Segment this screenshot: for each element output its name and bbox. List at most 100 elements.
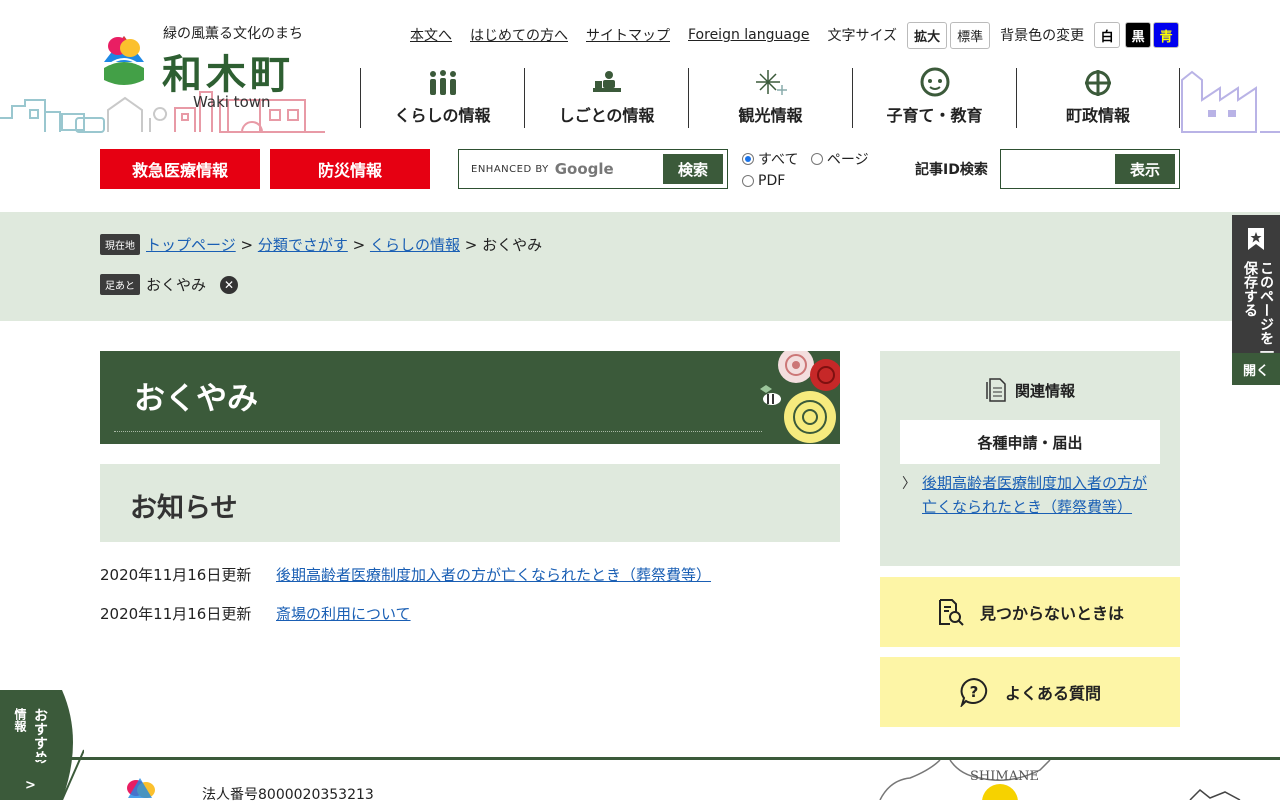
first-visit-link[interactable]: はじめての方へ [470, 25, 568, 45]
bg-blue-button[interactable]: 青 [1153, 22, 1180, 48]
chevron-right-icon: 〉 [902, 476, 916, 492]
related-category: 各種申請・届出 [900, 420, 1160, 464]
font-size-label: 文字サイズ [827, 28, 898, 44]
scope-page-radio[interactable]: ページ [810, 148, 869, 170]
nav-administration[interactable]: 町政情報 [1016, 68, 1180, 128]
breadcrumb: 現在地 トップページ > 分類でさがす > くらしの情報 > おくやみ [100, 234, 542, 255]
save-page-tab[interactable]: このページを一時保存する 開く [1232, 215, 1280, 385]
nav-label: 町政情報 [1065, 106, 1130, 125]
nav-label: 観光情報 [738, 106, 803, 125]
recommend-arrow: > [25, 778, 36, 793]
town-name[interactable]: 和木町 [162, 42, 294, 100]
document-search-icon [936, 598, 964, 626]
site-search-box[interactable]: ENHANCED BY Google 検索 [458, 149, 728, 189]
bg-black-button[interactable]: 黒 [1125, 22, 1152, 48]
scope-label: ページ [826, 152, 869, 168]
nav-label: くらしの情報 [394, 106, 491, 125]
news-link[interactable]: 斎場の利用について [276, 603, 411, 624]
foreign-language-link[interactable]: Foreign language [688, 27, 809, 43]
child-face-icon [919, 66, 951, 98]
town-name-en: Waki town [193, 93, 271, 111]
nav-label: しごとの情報 [558, 106, 655, 125]
open-saved-button[interactable]: 開く [1232, 353, 1280, 385]
corporate-number: 法人番号8000020353213 [202, 787, 374, 803]
page-title: おくやみ [134, 381, 258, 417]
town-logo-icon [104, 36, 144, 85]
news-item: 2020年11月16日更新 後期高齢者医療制度加入者の方が亡くなられたとき（葬祭… [100, 564, 711, 585]
font-size-standard-button[interactable]: 標準 [950, 21, 991, 49]
related-heading: 関連情報 [880, 377, 1180, 403]
bookmark-icon [1248, 228, 1264, 250]
people-icon [427, 68, 459, 98]
skip-to-content-link[interactable]: 本文へ [410, 25, 452, 45]
enhanced-by-label: ENHANCED BY [471, 163, 549, 175]
breadcrumb-home-link[interactable]: トップページ [146, 234, 236, 255]
disaster-info-button[interactable]: 防災情報 [270, 149, 430, 189]
scope-label: すべて [758, 152, 799, 168]
font-size-enlarge-button[interactable]: 拡大 [907, 21, 948, 49]
article-id-label: 記事ID検索 [915, 162, 988, 178]
history-tag: 足あと [100, 274, 140, 295]
worker-desk-icon [591, 68, 623, 98]
svg-text:?: ? [970, 683, 979, 701]
nav-label: 子育て・教育 [886, 106, 983, 125]
footer-logo-icon [127, 778, 155, 798]
sitemap-link[interactable]: サイトマップ [586, 25, 670, 45]
recommend-label: おすすめ [32, 708, 48, 764]
nav-childcare[interactable]: 子育て・教育 [852, 66, 1016, 128]
breadcrumb-living-link[interactable]: くらしの情報 [370, 234, 460, 255]
bg-white-button[interactable]: 白 [1094, 22, 1121, 48]
region-map-illustration: SHIMANE [879, 760, 1241, 800]
emergency-medical-button[interactable]: 救急医療情報 [100, 149, 260, 189]
related-heading-label: 関連情報 [1014, 381, 1075, 400]
breadcrumb-separator: > [235, 235, 258, 254]
scope-all-radio[interactable]: すべて [742, 148, 798, 170]
section-title: お知らせ [130, 493, 238, 524]
news-item: 2020年11月16日更新 斎場の利用について [100, 603, 411, 624]
map-label: SHIMANE [970, 769, 1039, 784]
current-location-tag: 現在地 [100, 234, 140, 255]
google-label: Google [554, 160, 614, 178]
section-title-box: お知らせ [100, 464, 840, 542]
site-header: 緑の風薫る文化のまち 和木町 Waki town 本文へ はじめての方へ サイト… [0, 0, 1280, 212]
history-item[interactable]: おくやみ [146, 274, 206, 295]
radio-icon [810, 153, 823, 165]
news-link[interactable]: 後期高齢者医療制度加入者の方が亡くなられたとき（葬祭費等） [276, 564, 711, 585]
faq-button[interactable]: ? よくある質問 [880, 657, 1180, 727]
not-found-button[interactable]: 見つからないときは [880, 577, 1180, 647]
breadcrumb-separator: > [347, 235, 370, 254]
nav-living[interactable]: くらしの情報 [360, 68, 524, 128]
breadcrumb-current: おくやみ [482, 236, 543, 254]
town-emblem-icon [1083, 68, 1113, 98]
search-button[interactable]: 検索 [663, 154, 723, 184]
fireworks-icon [754, 68, 788, 98]
not-found-label: 見つからないときは [979, 604, 1124, 623]
utility-bar: 本文へ はじめての方へ サイトマップ Foreign language 文字サイ… [410, 21, 1186, 49]
article-id-submit-button[interactable]: 表示 [1115, 154, 1175, 184]
radio-icon [742, 175, 754, 187]
nav-tourism[interactable]: 観光情報 [688, 68, 852, 128]
question-bubble-icon: ? [959, 677, 989, 707]
radio-selected-icon [742, 153, 754, 165]
breadcrumb-category-link[interactable]: 分類でさがす [258, 234, 348, 255]
related-info-panel: 関連情報 各種申請・届出 〉 後期高齢者医療制度加入者の方が亡くなられたとき（葬… [880, 351, 1180, 566]
visit-history: 足あと おくやみ ✕ [100, 274, 239, 295]
town-skyline-right-illustration [1181, 70, 1280, 133]
article-id-input[interactable]: 表示 [1000, 149, 1180, 189]
town-tagline: 緑の風薫る文化のまち [163, 26, 303, 42]
scope-pdf-radio[interactable]: PDF [742, 170, 785, 192]
page-title-box: おくやみ [100, 351, 840, 444]
global-nav: くらしの情報 しごとの情報 観光情報 子育て・教育 町政情報 [360, 66, 1180, 128]
title-underline [114, 431, 762, 432]
recommend-sub-label: 情報 [13, 708, 27, 732]
close-icon[interactable]: ✕ [220, 275, 239, 294]
related-link[interactable]: 後期高齢者医療制度加入者の方が亡くなられたとき（葬祭費等） [922, 471, 1157, 519]
search-scope-options: すべて ページ PDF [742, 148, 877, 192]
bg-color-label: 背景色の変更 [1000, 28, 1085, 44]
rose-decoration-illustration [760, 351, 840, 443]
nav-work[interactable]: しごとの情報 [524, 68, 688, 128]
document-icon [986, 378, 1006, 402]
news-date: 2020年11月16日更新 [100, 605, 252, 623]
scope-label: PDF [758, 173, 786, 189]
news-date: 2020年11月16日更新 [100, 566, 252, 584]
